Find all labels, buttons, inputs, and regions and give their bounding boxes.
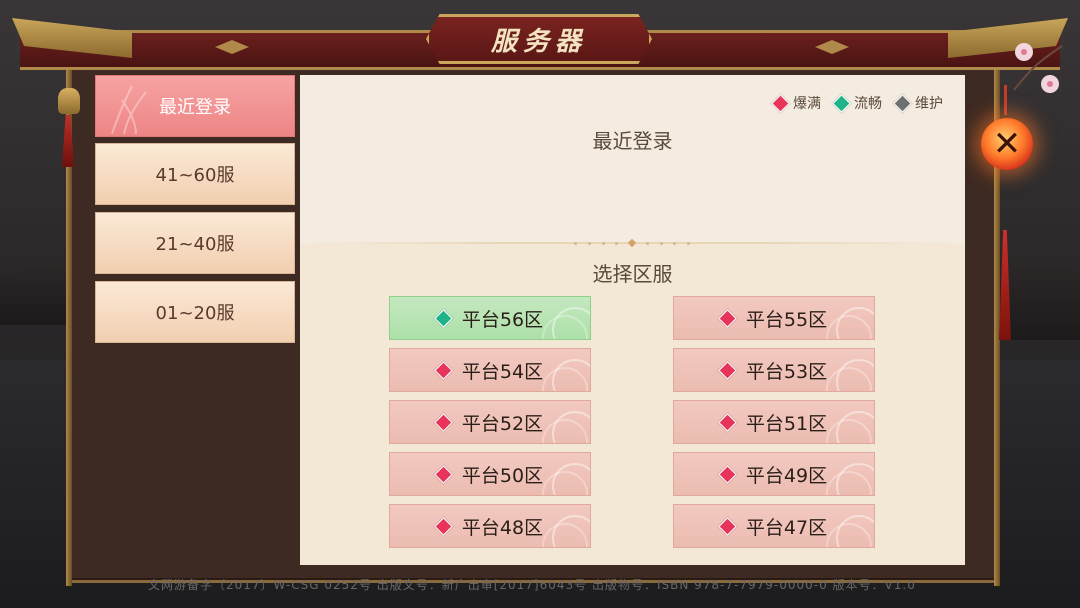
server-button-54[interactable]: 平台54区 (389, 348, 591, 392)
status-legend: 爆满 流畅 维护 (771, 93, 943, 113)
server-button-53[interactable]: 平台53区 (673, 348, 875, 392)
diamond-icon (718, 516, 737, 536)
select-server-title: 选择区服 (592, 262, 673, 286)
server-button-55[interactable]: 平台55区 (673, 296, 875, 340)
server-label: 平台47区 (745, 516, 828, 539)
server-button-48[interactable]: 平台48区 (389, 504, 591, 548)
diamond-icon (434, 412, 453, 432)
legend-full: 爆满 (771, 93, 821, 113)
tab-label: 21~40服 (155, 234, 235, 255)
server-button-49[interactable]: 平台49区 (673, 452, 875, 496)
dialog-title: 服务器 (490, 26, 587, 57)
server-button-51[interactable]: 平台51区 (673, 400, 875, 444)
diamond-icon (434, 464, 453, 484)
diamond-icon (718, 308, 737, 328)
footer-license-text: 文网游备字〔2017〕W-CSG 0252号 出版文号：新广出审[2017]60… (148, 578, 916, 592)
server-label: 平台49区 (745, 464, 828, 487)
server-label: 平台54区 (461, 360, 544, 383)
legend-smooth: 流畅 (832, 93, 882, 113)
diamond-icon (893, 93, 912, 113)
server-label: 平台48区 (461, 516, 544, 539)
legend-label: 爆满 (793, 96, 821, 112)
legend-maintenance: 维护 (893, 93, 943, 113)
server-button-47[interactable]: 平台47区 (673, 504, 875, 548)
tab-server-21-40[interactable]: 21~40服 (95, 212, 295, 274)
diamond-icon (434, 360, 453, 380)
recent-login-title: 最近登录 (592, 129, 673, 153)
tab-server-01-20[interactable]: 01~20服 (95, 281, 295, 343)
bell-icon (58, 88, 80, 114)
legend-label: 流畅 (854, 96, 882, 112)
diamond-icon (434, 308, 453, 328)
tab-label: 41~60服 (155, 165, 235, 186)
server-group-sidebar: 最近登录 41~60服 21~40服 01~20服 (95, 75, 295, 545)
server-button-52[interactable]: 平台52区 (389, 400, 591, 444)
server-label: 平台51区 (745, 412, 828, 435)
server-panel: 爆满 流畅 维护 最近登录 选择区服 平台56区 平台55区 平台54区 平台5… (300, 75, 965, 565)
close-icon: ✕ (992, 124, 1022, 164)
title-plaque: 服务器 (426, 14, 652, 64)
tab-server-41-60[interactable]: 41~60服 (95, 143, 295, 205)
divider-ornament (574, 238, 690, 248)
lantern-cord (1004, 85, 1007, 115)
diamond-icon (832, 93, 851, 113)
reed-decoration-icon (111, 85, 147, 134)
diamond-icon (771, 93, 790, 113)
tab-recent-login[interactable]: 最近登录 (95, 75, 295, 137)
server-button-50[interactable]: 平台50区 (389, 452, 591, 496)
close-button[interactable]: ✕ (981, 118, 1033, 170)
server-label: 平台52区 (461, 412, 544, 435)
diamond-icon (718, 464, 737, 484)
server-label: 平台50区 (461, 464, 544, 487)
plum-blossom-icon (1013, 43, 1063, 93)
diamond-icon (718, 412, 737, 432)
diamond-icon (434, 516, 453, 536)
tab-label: 01~20服 (155, 303, 235, 324)
diamond-icon (718, 360, 737, 380)
server-label: 平台56区 (461, 308, 544, 331)
legend-label: 维护 (915, 96, 943, 112)
server-button-56[interactable]: 平台56区 (389, 296, 591, 340)
server-label: 平台53区 (745, 360, 828, 383)
server-label: 平台55区 (745, 308, 828, 331)
